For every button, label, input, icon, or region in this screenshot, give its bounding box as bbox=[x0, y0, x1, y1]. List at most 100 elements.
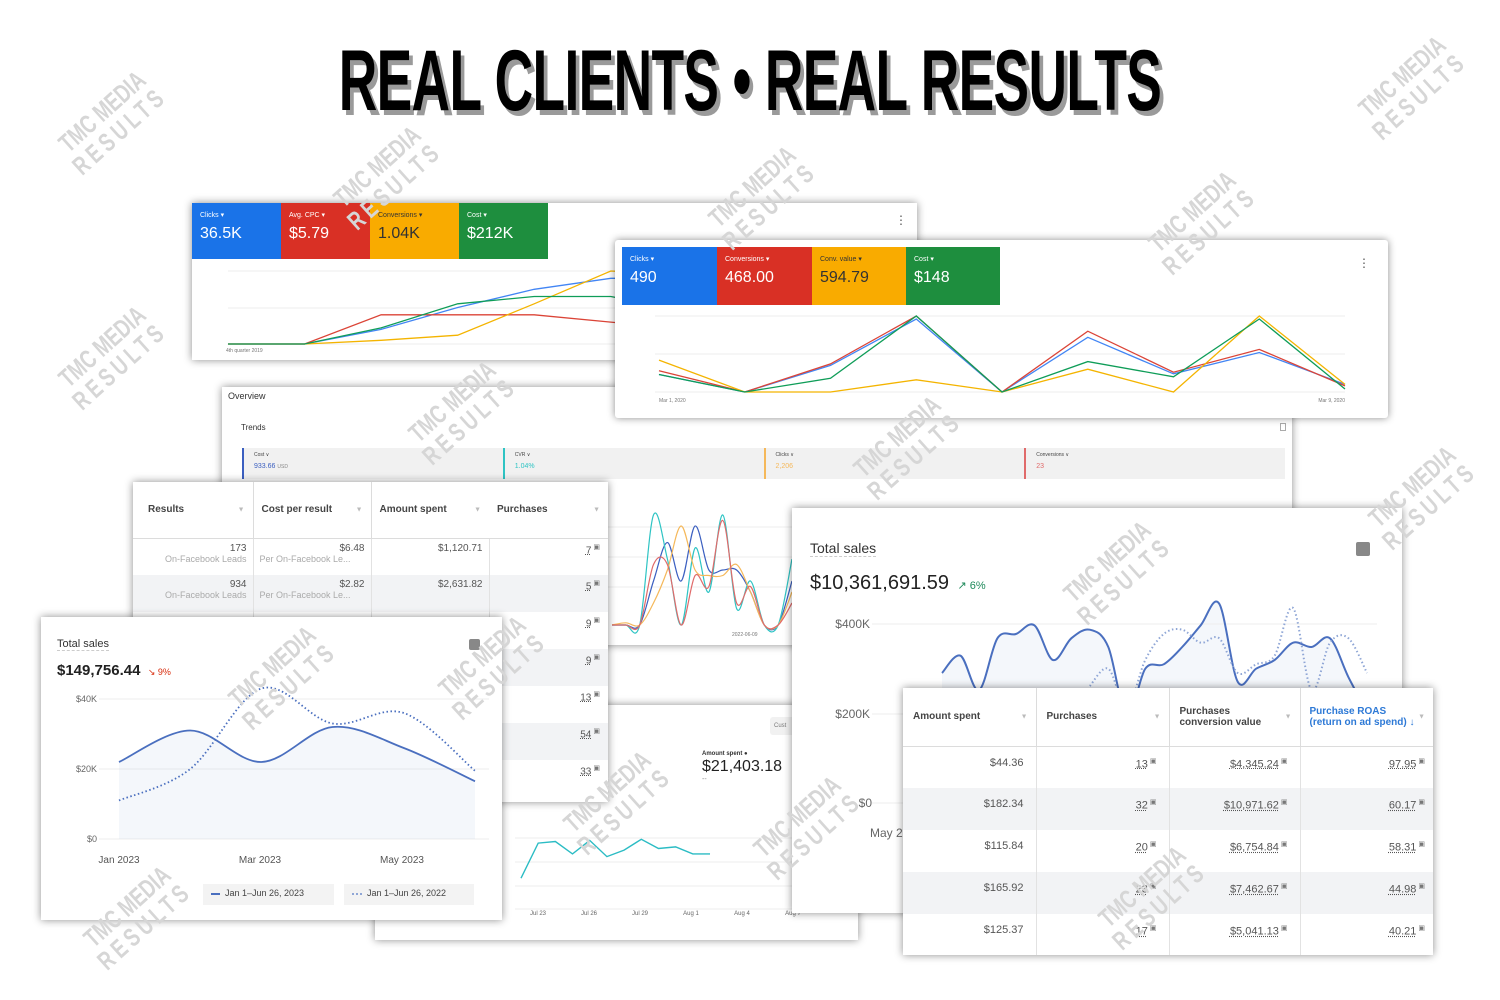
column-header-amount-spent[interactable]: Amount spent ▼ bbox=[903, 688, 1037, 747]
series-line-cost bbox=[611, 525, 793, 631]
legend-previous[interactable]: Jan 1–Jun 26, 2022 bbox=[344, 884, 474, 905]
cell-purchases[interactable]: 33 bbox=[580, 766, 591, 777]
column-header-results[interactable]: Results ▼ bbox=[133, 482, 254, 539]
legend-label: Jan 1–Jun 26, 2022 bbox=[367, 888, 447, 898]
cell-amount-spent: $125.37 bbox=[983, 924, 1024, 936]
cell-amount-spent: $182.34 bbox=[983, 798, 1024, 810]
sort-dropdown-icon: ▼ bbox=[474, 506, 481, 514]
cell-conversion-value[interactable]: $5,041.13 bbox=[1230, 926, 1279, 938]
table-row[interactable]: $44.36 13 ▣ $4,345.24 ▣ 97.95 ▣ bbox=[903, 746, 1433, 788]
cell-roas[interactable]: 60.17 bbox=[1389, 800, 1417, 812]
series-line-clicks bbox=[611, 525, 793, 630]
table-row[interactable]: 173 On-Facebook Leads $6.48 Per On-Facebook… bbox=[133, 538, 608, 575]
column-header-purchases[interactable]: Purchases ▼ bbox=[1036, 688, 1170, 747]
table-row[interactable]: 934 On-Facebook Leads $2.82 Per On-Facebook… bbox=[133, 575, 608, 612]
cell-amount-spent: $1,120.71 bbox=[438, 542, 483, 554]
cell-conversion-value[interactable]: $7,462.67 bbox=[1230, 884, 1279, 896]
cell-purchases[interactable]: 13 bbox=[1136, 758, 1148, 770]
cell-purchases[interactable]: 17 bbox=[1136, 926, 1148, 938]
x-axis-label: 4th quarter 2019 bbox=[226, 348, 263, 354]
table-row[interactable]: $182.34 32 ▣ $10,971.62 ▣ 60.17 ▣ bbox=[903, 788, 1433, 830]
info-icon: ▣ bbox=[1280, 799, 1288, 806]
cell-amount-spent: $165.92 bbox=[983, 882, 1024, 894]
table-row[interactable]: $125.37 17 ▣ $5,041.13 ▣ 40.21 ▣ bbox=[903, 914, 1433, 955]
roas-table: Amount spent ▼ Purchases ▼ Purchases conve… bbox=[903, 688, 1433, 955]
watermark-line: RESULTS bbox=[66, 315, 173, 416]
info-icon: ▣ bbox=[1280, 925, 1288, 932]
watermark-line: RESULTS bbox=[66, 80, 173, 181]
cell-amount-spent: $2,631.82 bbox=[438, 579, 483, 590]
total-sales-chart-small: $0 $20K $40K Jan 2023 Mar 2023 May 2023 bbox=[76, 686, 489, 866]
cell-purchases[interactable]: 5 bbox=[586, 581, 592, 592]
cell-purchases[interactable]: 9 bbox=[586, 618, 592, 629]
info-icon: ▣ bbox=[593, 765, 600, 772]
info-icon: ▣ bbox=[1418, 799, 1425, 806]
facebook-roas-table-panel: Amount spent ▼ Purchases ▼ Purchases conve… bbox=[903, 688, 1433, 955]
legend-current[interactable]: Jan 1–Jun 26, 2023 bbox=[203, 884, 334, 905]
cell-cost-per-result: $2.82 bbox=[339, 579, 365, 590]
info-icon: ▣ bbox=[593, 691, 600, 698]
table-row[interactable]: $115.84 20 ▣ $6,754.84 ▣ 58.31 ▣ bbox=[903, 830, 1433, 872]
roas-table-body: $44.36 13 ▣ $4,345.24 ▣ 97.95 ▣ $182.34 32 ▣ $10,9… bbox=[903, 746, 1433, 955]
column-header-label: Results bbox=[148, 504, 185, 516]
column-header-amount-spent[interactable]: Amount spent ▼ bbox=[371, 482, 489, 539]
cell-purchases[interactable]: 23 bbox=[1136, 884, 1148, 896]
table-row[interactable]: $165.92 23 ▣ $7,462.67 ▣ 44.98 ▣ bbox=[903, 872, 1433, 914]
column-header-roas[interactable]: Purchase ROAS (return on ad spend) ↓ ▼ bbox=[1300, 688, 1433, 747]
cell-conversion-value[interactable]: $10,971.62 bbox=[1224, 800, 1279, 812]
cell-results: 934 bbox=[229, 579, 247, 590]
info-icon: ▣ bbox=[1149, 925, 1157, 932]
info-icon: ▣ bbox=[1418, 757, 1425, 765]
cell-purchases[interactable]: 20 bbox=[1136, 842, 1148, 854]
y-tick-label: $200K bbox=[835, 707, 870, 721]
info-icon: ▣ bbox=[1418, 841, 1425, 848]
x-tick-label: Jan 2023 bbox=[98, 855, 140, 866]
x-tick-label: May 2 bbox=[870, 826, 903, 840]
column-header-label: Purchases bbox=[1046, 711, 1098, 723]
info-icon: ▣ bbox=[593, 617, 600, 624]
cell-roas[interactable]: 58.31 bbox=[1389, 842, 1417, 854]
cell-purchases[interactable]: 7 bbox=[586, 545, 592, 556]
column-header-label: Cost per result bbox=[261, 504, 333, 516]
info-icon: ▣ bbox=[1280, 883, 1288, 890]
column-header-conversion-value[interactable]: Purchases conversion value ▼ bbox=[1169, 688, 1301, 747]
cell-cpr-sub: Per On-Facebook Le... bbox=[259, 553, 351, 564]
info-icon: ▣ bbox=[593, 728, 600, 735]
cell-purchases[interactable]: 32 bbox=[1136, 800, 1148, 812]
column-header-purchases[interactable]: Purchases ▼ bbox=[489, 482, 608, 539]
x-tick-label: Aug 4 bbox=[734, 911, 750, 917]
cell-amount-spent: $44.36 bbox=[989, 756, 1024, 769]
sort-dropdown-icon: ▼ bbox=[1020, 713, 1028, 721]
cell-roas[interactable]: 97.95 bbox=[1389, 758, 1417, 770]
info-icon: ▣ bbox=[1149, 757, 1157, 765]
x-tick-label: Jul 26 bbox=[581, 911, 598, 917]
legend-label: Jan 1–Jun 26, 2023 bbox=[225, 888, 305, 898]
cell-conversion-value[interactable]: $4,345.24 bbox=[1230, 758, 1279, 770]
x-axis-ticks: Jul 23 Jul 26 Jul 29 Aug 1 Aug 4 Aug 7 bbox=[530, 911, 802, 917]
info-icon: ▣ bbox=[593, 580, 600, 587]
total-sales-panel-small: Total sales $149,756.44 ↘ 9% $0 $20K $40K J… bbox=[41, 617, 502, 920]
cell-purchases[interactable]: 13 bbox=[580, 692, 591, 703]
cell-results: 173 bbox=[229, 542, 247, 554]
x-tick-label: Mar 2023 bbox=[239, 855, 282, 866]
y-tick-label: $20K bbox=[76, 764, 97, 774]
sort-dropdown-icon: ▼ bbox=[593, 506, 600, 514]
cell-purchases[interactable]: 54 bbox=[580, 729, 591, 740]
series-line-cvr bbox=[611, 512, 793, 634]
x-tick-label: May 2023 bbox=[380, 855, 424, 866]
headline: REAL CLIENTS • REAL RESULTS bbox=[338, 33, 1162, 129]
cell-cpr-sub: Per On-Facebook Le... bbox=[259, 590, 351, 600]
cell-purchases[interactable]: 9 bbox=[586, 655, 592, 666]
cell-roas[interactable]: 44.98 bbox=[1389, 884, 1417, 896]
column-header-cost-per-result[interactable]: Cost per result ▼ bbox=[253, 482, 372, 539]
cell-cost-per-result: $6.48 bbox=[339, 542, 365, 554]
sort-dropdown-icon: ▼ bbox=[1284, 713, 1292, 721]
cell-conversion-value[interactable]: $6,754.84 bbox=[1230, 842, 1279, 854]
info-icon: ▣ bbox=[1149, 841, 1157, 848]
cell-roas[interactable]: 40.21 bbox=[1389, 926, 1417, 938]
x-axis-end-label: Mar 9, 2020 bbox=[1318, 398, 1345, 404]
x-tick-label: Jul 23 bbox=[530, 911, 547, 917]
watermark-line: TMC MEDIA bbox=[52, 64, 152, 158]
info-icon: ▣ bbox=[1418, 925, 1425, 932]
info-icon: ▣ bbox=[1149, 799, 1157, 806]
